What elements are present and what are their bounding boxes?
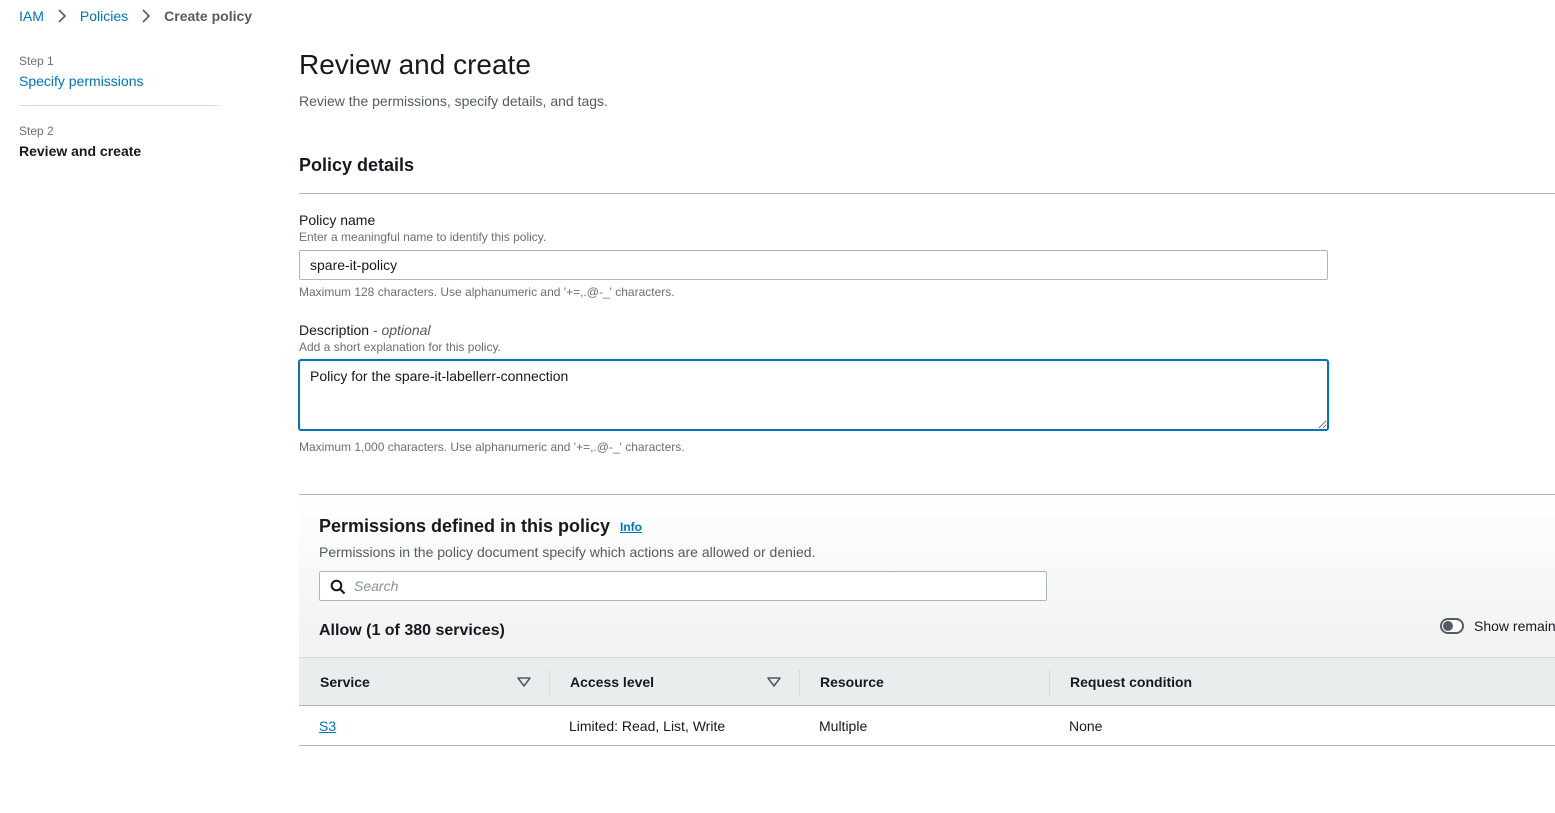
column-header-request-condition: Request condition	[1070, 674, 1193, 690]
resource-cell: Multiple	[819, 718, 868, 734]
column-header-resource: Resource	[820, 674, 884, 690]
policy-name-hint: Enter a meaningful name to identify this…	[299, 230, 547, 244]
step-2-current: Review and create	[19, 143, 142, 159]
breadcrumb: IAM Policies Create policy	[19, 8, 252, 24]
description-constraint: Maximum 1,000 characters. Use alphanumer…	[299, 440, 685, 454]
request-condition-cell: None	[1069, 718, 1103, 734]
breadcrumb-link-policies[interactable]: Policies	[80, 8, 128, 24]
step-divider	[19, 105, 219, 106]
column-separator	[799, 670, 800, 695]
step-1-label: Step 1	[19, 54, 54, 68]
policy-name-label: Policy name	[299, 212, 376, 228]
toggle-label: Show remain	[1474, 618, 1555, 634]
search-icon	[330, 579, 346, 595]
chevron-right-icon	[142, 9, 151, 23]
description-label: Description - optional	[299, 322, 431, 338]
breadcrumb-current: Create policy	[164, 8, 253, 24]
optional-tag: - optional	[372, 322, 431, 338]
wizard-steps: Step 1 Specify permissions Step 2 Review…	[19, 54, 219, 159]
step-1-link[interactable]: Specify permissions	[19, 73, 219, 89]
description-label-text: Description	[299, 322, 370, 338]
policy-details-title: Policy details	[299, 155, 415, 175]
search-input[interactable]	[354, 572, 1034, 600]
search-box	[319, 571, 1047, 601]
chevron-right-icon	[58, 9, 67, 23]
page-title: Review and create	[299, 49, 531, 80]
sort-down-icon[interactable]	[517, 677, 531, 687]
access-level-cell: Limited: Read, List, Write	[569, 718, 726, 734]
permissions-panel: Permissions defined in this policy Info …	[299, 494, 1555, 746]
table-row: S3 Limited: Read, List, Write Multiple N…	[299, 706, 1555, 746]
step-2-label: Step 2	[19, 124, 54, 138]
description-hint: Add a short explanation for this policy.	[299, 340, 501, 354]
service-link-s3[interactable]: S3	[319, 718, 336, 734]
show-remaining-toggle[interactable]	[1440, 618, 1464, 634]
description-textarea[interactable]: Policy for the spare-it-labellerr-connec…	[299, 360, 1328, 430]
permissions-title: Permissions defined in this policy	[319, 516, 611, 536]
section-divider	[299, 193, 1555, 194]
info-link[interactable]: Info	[620, 520, 642, 534]
allow-title: Allow (1 of 380 services)	[319, 622, 505, 639]
permissions-description: Permissions in the policy document speci…	[319, 544, 816, 560]
column-separator	[1049, 670, 1050, 695]
column-header-access-level[interactable]: Access level	[570, 674, 654, 690]
breadcrumb-link-iam[interactable]: IAM	[19, 8, 44, 24]
sort-down-icon[interactable]	[767, 677, 781, 687]
table-header: Service Access level Resource Request co…	[299, 657, 1555, 706]
column-separator	[549, 670, 550, 695]
column-header-service[interactable]: Service	[320, 674, 370, 690]
policy-name-constraint: Maximum 128 characters. Use alphanumeric…	[299, 285, 675, 299]
toggle-knob	[1443, 621, 1453, 631]
page-description: Review the permissions, specify details,…	[299, 93, 608, 109]
policy-name-input[interactable]	[299, 250, 1328, 280]
